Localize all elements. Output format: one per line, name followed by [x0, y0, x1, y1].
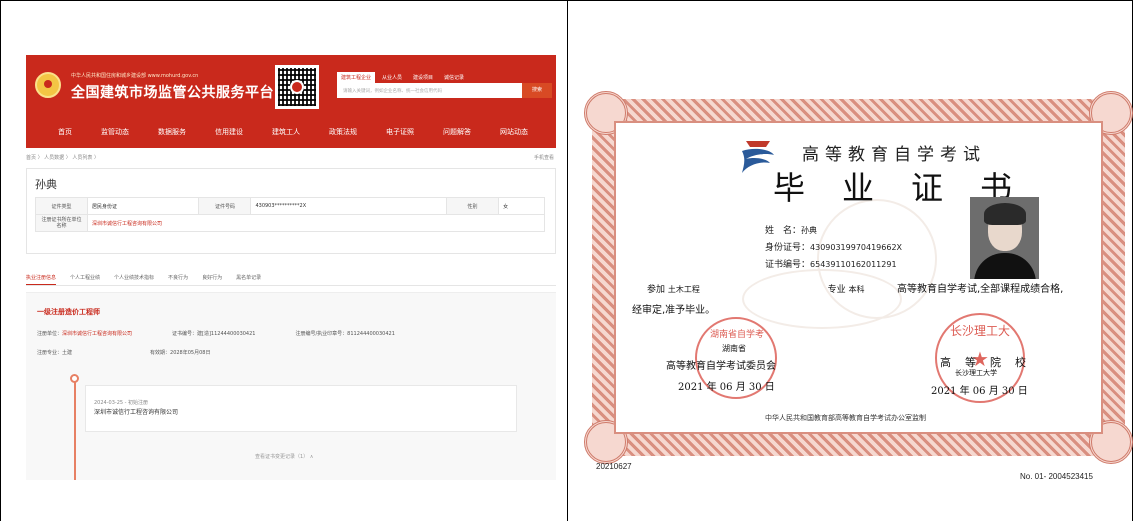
detail-tabs: 执业注册信息 个人工程业绩 个人业绩技术指标 不良行为 良好行为 黑名单记录	[26, 272, 556, 286]
id-type-value: 居民身份证	[86, 197, 200, 215]
registration-line-1: 注册单位：深圳市诚信行工程咨询有限公司 证书编号：建[造]112444000304…	[37, 330, 395, 337]
site-title: 全国建筑市场监管公共服务平台	[71, 85, 274, 101]
table-border-left	[0, 0, 1, 521]
qr-code	[275, 65, 319, 109]
reg-unit-label: 注册单位：	[37, 331, 63, 337]
right-issuer-sub: 长沙理工大学	[955, 369, 997, 377]
right-issue-date: 2021 年 06 月 30 日	[931, 386, 1028, 397]
search-tab-project[interactable]: 建设项目	[409, 72, 437, 83]
unit-label: 注册证书所在单位名称	[35, 214, 88, 232]
registration-title: 一级注册造价工程师	[37, 308, 100, 316]
reg-cert-no: 证书编号：建[造]11244400030421	[172, 331, 256, 337]
person-card: 孙典 证件类型 居民身份证 证件号码 430903**********2X 性别…	[26, 168, 556, 254]
timeline-company: 深圳市诚信行工程咨询有限公司	[94, 409, 179, 416]
line1-level: 本科	[848, 285, 865, 294]
left-issuer: 高等教育自学考试委员会	[666, 361, 776, 372]
certificate-subtitle: 高等教育自学考试	[802, 145, 986, 165]
supervisor-line: 中华人民共和国教育部高等教育自学考试办公室监制	[765, 414, 926, 422]
nav-data-service[interactable]: 数据服务	[158, 127, 186, 137]
left-province: 湖南省	[722, 344, 746, 353]
gender-label: 性别	[446, 197, 500, 215]
id-no-value: 430903**********2X	[250, 197, 448, 215]
mobile-view-link[interactable]: 手机查看	[534, 154, 554, 161]
search-tabs: 建筑工程企业 从业人员 建设项目 诚信记录	[337, 72, 468, 83]
line1-prefix: 参加	[647, 285, 666, 295]
reg-major: 注册专业：土建	[37, 350, 73, 356]
id-value: 430903199704196​62X	[810, 243, 903, 252]
serial-left: 20210627	[596, 462, 632, 471]
timeline-card: 2024-03-25 - 初始注册 深圳市诚信行工程咨询有限公司	[85, 385, 517, 432]
completion-line-1: 参加 土木工程 专业 本科	[647, 282, 865, 295]
nav-faq[interactable]: 问题解答	[443, 127, 471, 137]
reg-unit-value[interactable]: 深圳市诚信行工程咨询有限公司	[62, 331, 132, 337]
tab-bad-behavior[interactable]: 不良行为	[168, 272, 188, 285]
search-button[interactable]: 搜索	[522, 83, 552, 98]
name-value: 孙典	[801, 226, 818, 235]
watermark	[742, 269, 902, 329]
national-emblem-icon	[35, 72, 61, 98]
main-nav: 首页 监管动态 数据服务 信用建设 建筑工人 政策法规 电子证照 问题解答 网站…	[26, 127, 556, 137]
tab-registration[interactable]: 执业注册信息	[26, 272, 57, 285]
timeline-dot-icon	[70, 374, 79, 383]
search-input[interactable]: 请输入关键词，例如企业名称、统一社会信用代码	[337, 83, 522, 98]
tab-blacklist[interactable]: 黑名单记录	[236, 272, 261, 285]
website-screenshot: 中华人民共和国住房和城乡建设部 www.mohurd.gov.cn 全国建筑市场…	[26, 55, 556, 480]
nav-e-license[interactable]: 电子证照	[386, 127, 414, 137]
nav-policy[interactable]: 政策法规	[329, 127, 357, 137]
qr-badge-icon	[290, 80, 304, 94]
registration-line-2: 注册专业：土建 有效期：2028年05月08日	[37, 349, 210, 356]
timeline-line	[74, 379, 76, 480]
registration-block: 一级注册造价工程师 注册单位：深圳市诚信行工程咨询有限公司 证书编号：建[造]11…	[26, 292, 556, 480]
right-seal-text: 长沙理工大	[950, 324, 1011, 338]
completion-line-2: 经审定,准予毕业。	[632, 305, 716, 316]
site-header: 中华人民共和国住房和城乡建设部 www.mohurd.gov.cn 全国建筑市场…	[26, 55, 556, 148]
tab-technical-index[interactable]: 个人业绩技术指标	[114, 272, 154, 285]
serial-right: No. 01- 2004523415	[1020, 472, 1093, 481]
view-change-records-link[interactable]: 查看证书变更记录（1） ∧	[255, 453, 313, 460]
reg-valid-until: 有效期：2028年05月08日	[150, 350, 211, 356]
search-tab-enterprise[interactable]: 建筑工程企业	[337, 72, 376, 83]
id-label: 身份证号：	[765, 243, 811, 253]
nav-home[interactable]: 首页	[58, 127, 72, 137]
nav-site-news[interactable]: 网站动态	[500, 127, 528, 137]
line1-major: 土木工程	[667, 285, 700, 294]
breadcrumb-row: 首页 〉 人员数据 〉 人员列表 〉 手机查看	[26, 154, 556, 164]
completion-line-1-tail: 高等教育自学考试,全部课程成绩合格,	[897, 284, 1064, 295]
id-no-label: 证件号码	[198, 197, 252, 215]
nav-credit[interactable]: 信用建设	[215, 127, 243, 137]
name-label: 姓 名：	[765, 226, 802, 236]
timeline-date: 2024-03-25 - 初始注册	[94, 400, 149, 406]
graduation-certificate: 高等教育自学考试 毕业证书 姓 名：孙典 身份证号：43090319970419…	[584, 91, 1133, 464]
nav-workers[interactable]: 建筑工人	[272, 127, 300, 137]
search-tab-credit[interactable]: 诚信记录	[440, 72, 468, 83]
left-issue-date: 2021 年 06 月 30 日	[678, 382, 775, 393]
id-field: 身份证号：430903199704196​62X	[765, 240, 902, 253]
tab-good-behavior[interactable]: 良好行为	[202, 272, 222, 285]
table-divider	[567, 0, 568, 521]
person-name: 孙典	[35, 178, 57, 191]
search-tab-staff[interactable]: 从业人员	[378, 72, 406, 83]
name-field: 姓 名：孙典	[765, 223, 817, 236]
cert-no-field: 证书编号：65439110162011291	[765, 257, 897, 270]
breadcrumb[interactable]: 首页 〉 人员数据 〉 人员列表 〉	[26, 154, 99, 161]
exam-logo-icon	[742, 141, 774, 173]
nav-regulation-news[interactable]: 监管动态	[101, 127, 129, 137]
line1-mid: 专业	[827, 285, 846, 295]
gender-value: 女	[498, 197, 545, 215]
left-seal-text: 湖南省自学考	[710, 330, 765, 340]
id-type-label: 证件类型	[35, 197, 88, 215]
tab-performance[interactable]: 个人工程业绩	[70, 272, 100, 285]
reg-seal-no: 注册编号/执业印章号：811244400030421	[295, 331, 395, 337]
student-photo	[970, 197, 1039, 279]
person-info-table: 证件类型 居民身份证 证件号码 430903**********2X 性别 女 …	[35, 197, 545, 232]
cert-no-label: 证书编号：	[765, 260, 811, 270]
cert-no-value: 65439110162011291	[810, 260, 897, 269]
ministry-line: 中华人民共和国住房和城乡建设部 www.mohurd.gov.cn	[71, 73, 199, 79]
unit-value[interactable]: 深圳市诚信行工程咨询有限公司	[87, 214, 545, 232]
